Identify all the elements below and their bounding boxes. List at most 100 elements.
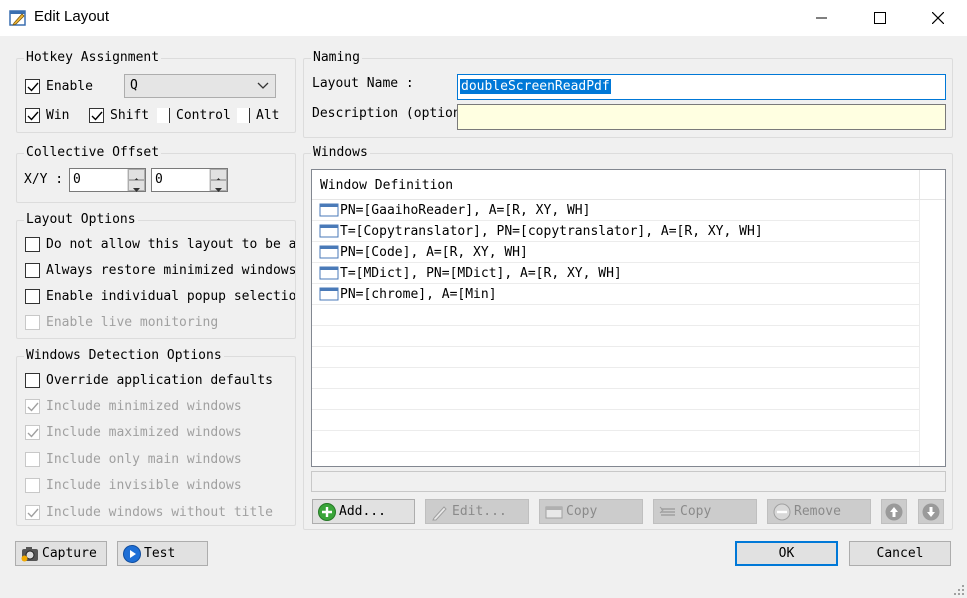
hotkey-key-select[interactable]: Q	[124, 74, 276, 98]
option-label: Do not allow this layout to be ap	[46, 236, 295, 252]
list-row-empty	[312, 431, 919, 452]
list-item[interactable]: T=[MDict], PN=[MDict], A=[R, XY, WH]	[312, 263, 919, 284]
enable-label: Enable	[46, 78, 93, 94]
list-item[interactable]: PN=[Code], A=[R, XY, WH]	[312, 242, 919, 263]
add-button-label: Add...	[339, 504, 386, 519]
include-main-only-checkbox[interactable]: Include only main windows	[25, 450, 242, 468]
list-row-empty	[312, 410, 919, 431]
description-input[interactable]	[457, 104, 946, 130]
control-modifier-checkbox[interactable]: Control	[157, 106, 231, 124]
list-item[interactable]: PN=[GaaihoReader], A=[R, XY, WH]	[312, 200, 919, 221]
arrow-down-circle-icon	[922, 503, 940, 520]
layout-options-group-title: Layout Options	[24, 212, 138, 227]
cancel-button[interactable]: Cancel	[849, 541, 951, 566]
include-untitled-checkbox[interactable]: Include windows without title	[25, 503, 273, 521]
copy-window-button[interactable]: Copy	[539, 499, 643, 524]
list-item[interactable]: PN=[chrome], A=[Min]	[312, 284, 919, 305]
cancel-button-label: Cancel	[876, 546, 924, 561]
layout-name-input[interactable]: doubleScreenReadPdf	[457, 74, 946, 100]
move-up-button[interactable]	[881, 499, 907, 524]
checkbox-box	[237, 107, 250, 123]
maximize-icon	[874, 12, 886, 24]
capture-icon	[21, 546, 38, 561]
minimize-button[interactable]	[799, 0, 845, 36]
title-bar: Edit Layout	[0, 0, 967, 36]
hotkey-key-value: Q	[130, 78, 138, 93]
checkbox-box	[25, 424, 40, 440]
override-defaults-checkbox[interactable]: Override application defaults	[25, 371, 273, 389]
spin-up-button[interactable]	[210, 169, 227, 182]
layout-name-value: doubleScreenReadPdf	[460, 79, 611, 94]
resize-grip-icon[interactable]	[952, 583, 965, 596]
detection-label: Include minimized windows	[46, 398, 242, 414]
option-live-monitoring-checkbox[interactable]: Enable live monitoring	[25, 313, 218, 331]
window-definition-text: PN=[chrome], A=[Min]	[340, 286, 497, 302]
spin-down-button[interactable]	[128, 180, 145, 192]
status-strip	[0, 575, 967, 598]
copy-lines-icon	[659, 506, 675, 516]
option-disallow-apply-checkbox[interactable]: Do not allow this layout to be ap	[25, 235, 295, 253]
checkbox-box	[25, 107, 40, 123]
checkmark-icon	[27, 111, 39, 121]
chevron-down-icon	[257, 82, 269, 89]
ok-button-label: OK	[778, 546, 795, 561]
layout-options-list: Do not allow this layout to be ap Always…	[17, 234, 295, 334]
include-invisible-checkbox[interactable]: Include invisible windows	[25, 476, 242, 494]
add-window-button[interactable]: Add...	[312, 499, 415, 524]
checkbox-box	[25, 288, 40, 304]
offset-x-spinner[interactable]: 0	[69, 168, 146, 192]
edit-layout-app-icon	[9, 9, 27, 27]
edit-window-button[interactable]: Edit...	[425, 499, 529, 524]
option-label: Always restore minimized windows	[46, 262, 295, 278]
detection-label: Include windows without title	[46, 504, 273, 520]
include-minimized-checkbox[interactable]: Include minimized windows	[25, 397, 242, 415]
window-icon	[319, 224, 339, 238]
list-item[interactable]: T=[Copytranslator], PN=[copytranslator],…	[312, 221, 919, 242]
win-label: Win	[46, 107, 70, 123]
window-definition-text: PN=[GaaihoReader], A=[R, XY, WH]	[340, 202, 591, 218]
horizontal-scrollbar[interactable]	[311, 471, 946, 492]
remove-button-label: Remove	[794, 504, 841, 519]
minimize-icon	[816, 17, 827, 19]
offset-y-spinner[interactable]: 0	[151, 168, 228, 192]
alt-modifier-checkbox[interactable]: Alt	[237, 106, 279, 124]
close-button[interactable]	[915, 0, 961, 36]
enable-hotkey-checkbox[interactable]: Enable	[25, 77, 93, 95]
detection-group-title: Windows Detection Options	[24, 348, 224, 363]
checkmark-icon	[27, 82, 39, 92]
xy-label: X/Y :	[24, 172, 64, 187]
naming-group-title: Naming	[311, 50, 362, 65]
copy-definition-button[interactable]: Copy	[653, 499, 757, 524]
window-definition-list[interactable]: Window Definition PN=[GaaihoReader], A=[…	[311, 169, 946, 467]
detection-label: Override application defaults	[46, 372, 273, 388]
copy-window-icon	[545, 506, 563, 518]
checkbox-box	[25, 477, 40, 493]
checkbox-box	[25, 236, 40, 252]
spin-down-button[interactable]	[210, 180, 227, 192]
offset-group-title: Collective Offset	[24, 145, 162, 160]
option-popup-selection-checkbox[interactable]: Enable individual popup selection	[25, 287, 295, 305]
checkbox-box	[157, 107, 170, 123]
include-maximized-checkbox[interactable]: Include maximized windows	[25, 423, 242, 441]
checkbox-box	[25, 398, 40, 414]
checkmark-icon	[27, 402, 39, 412]
column-header-window-definition[interactable]: Window Definition	[312, 170, 919, 200]
remove-window-button[interactable]: Remove	[767, 499, 871, 524]
capture-button[interactable]: Capture	[15, 541, 107, 566]
spin-up-button[interactable]	[128, 169, 145, 182]
arrow-up-circle-icon	[885, 503, 903, 520]
list-row-empty	[312, 305, 919, 326]
checkmark-icon	[91, 111, 103, 121]
maximize-button[interactable]	[857, 0, 903, 36]
move-down-button[interactable]	[918, 499, 944, 524]
window-icon	[319, 266, 339, 280]
option-label: Enable live monitoring	[46, 314, 219, 330]
column-header-filler	[919, 170, 945, 200]
arrow-down-icon	[133, 188, 140, 192]
win-modifier-checkbox[interactable]: Win	[25, 106, 69, 124]
test-button[interactable]: Test	[117, 541, 208, 566]
ok-button[interactable]: OK	[735, 541, 838, 566]
option-restore-minimized-checkbox[interactable]: Always restore minimized windows	[25, 261, 295, 279]
shift-modifier-checkbox[interactable]: Shift	[89, 106, 149, 124]
detection-label: Include maximized windows	[46, 424, 242, 440]
